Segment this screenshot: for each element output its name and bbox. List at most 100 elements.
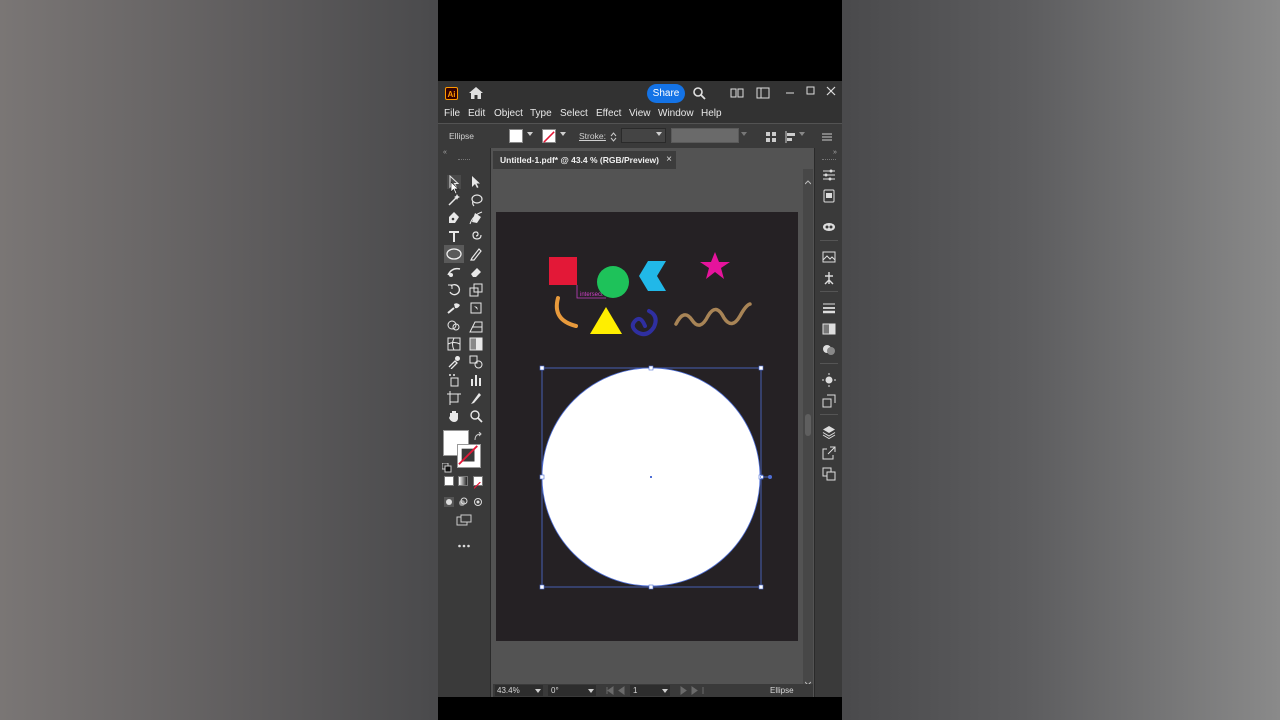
menu-window[interactable]: Window: [658, 108, 694, 119]
arrange-documents-icon[interactable]: [730, 86, 744, 100]
minimize-icon[interactable]: [783, 86, 797, 100]
scroll-thumb[interactable]: [805, 414, 811, 436]
screen-mode-icon[interactable]: [456, 513, 472, 526]
dock-grip[interactable]: [822, 159, 836, 162]
stroke-none-swatch[interactable]: [542, 129, 556, 143]
align-icon[interactable]: [765, 130, 777, 142]
appearance-panel-icon[interactable]: [822, 373, 836, 387]
maximize-icon[interactable]: [804, 84, 818, 98]
curvature-tool-icon[interactable]: [469, 211, 483, 225]
rotation-field[interactable]: 0°: [548, 685, 596, 696]
stroke-weight-dropdown-icon[interactable]: [656, 132, 662, 136]
scroll-up-icon[interactable]: [804, 173, 812, 185]
menu-select[interactable]: Select: [560, 108, 588, 119]
expand-panels-icon[interactable]: »: [833, 149, 841, 156]
pie-widget-handle[interactable]: [768, 475, 772, 479]
menu-type[interactable]: Type: [530, 108, 552, 119]
handle-bottom-right[interactable]: [758, 584, 764, 590]
close-window-icon[interactable]: [824, 84, 838, 98]
menu-view[interactable]: View: [629, 108, 651, 119]
artboard-nav-next[interactable]: [678, 686, 706, 695]
artboard-number-field[interactable]: 1: [630, 685, 670, 696]
blue-hexagon[interactable]: [639, 261, 666, 291]
panel-grip[interactable]: [458, 159, 470, 162]
hand-tool-icon[interactable]: [447, 409, 461, 423]
handle-bottom[interactable]: [648, 584, 654, 590]
handle-left[interactable]: [539, 474, 545, 480]
properties-icon[interactable]: [822, 168, 836, 182]
draw-normal-icon[interactable]: [444, 494, 454, 507]
align-dropdown-icon[interactable]: [799, 132, 805, 136]
handle-top-right[interactable]: [758, 365, 764, 371]
eraser-tool-icon[interactable]: [469, 265, 483, 279]
handle-top[interactable]: [648, 365, 654, 371]
stroke-weight-stepper[interactable]: [610, 130, 617, 142]
green-circle[interactable]: [597, 266, 629, 298]
type-tool-icon[interactable]: [447, 229, 461, 243]
artboard-tool-icon[interactable]: [447, 391, 461, 405]
magic-wand-tool-icon[interactable]: [447, 193, 461, 207]
canvas-area[interactable]: intersect: [450, 169, 803, 685]
artboards-panel-icon[interactable]: [822, 467, 836, 481]
puppet-warp-icon[interactable]: [822, 271, 836, 285]
vertical-scrollbar[interactable]: [803, 169, 813, 686]
graphic-styles-icon[interactable]: [822, 394, 836, 408]
blue-spiral[interactable]: [630, 309, 658, 337]
live-corner-widget[interactable]: [760, 475, 764, 479]
profile-dropdown-icon[interactable]: [741, 132, 747, 136]
rotate-tool-icon[interactable]: [447, 283, 461, 297]
transparency-panel-icon[interactable]: [822, 343, 836, 357]
shape-builder-tool-icon[interactable]: [447, 319, 461, 333]
magenta-star[interactable]: [700, 252, 730, 279]
ellipse-tool-icon[interactable]: [444, 245, 464, 263]
handle-bottom-left[interactable]: [539, 584, 545, 590]
menu-file[interactable]: File: [444, 108, 460, 119]
edit-toolbar-icon[interactable]: [457, 536, 471, 548]
blend-tool-icon[interactable]: [469, 355, 483, 369]
yellow-triangle[interactable]: [590, 307, 622, 334]
control-menu-icon[interactable]: [821, 130, 833, 142]
layers-panel-icon[interactable]: [822, 425, 836, 439]
menu-effect[interactable]: Effect: [596, 108, 621, 119]
asset-export-icon[interactable]: [822, 446, 836, 460]
fill-dropdown-icon[interactable]: [527, 132, 533, 136]
column-graph-tool-icon[interactable]: [469, 373, 483, 387]
spiral-tool-icon[interactable]: [469, 229, 483, 243]
mesh-tool-icon[interactable]: [447, 337, 461, 351]
pencil-tool-icon[interactable]: [469, 247, 483, 261]
lasso-tool-icon[interactable]: [469, 193, 483, 207]
align-left-icon[interactable]: [785, 130, 797, 143]
menu-object[interactable]: Object: [494, 108, 523, 119]
rotation-dropdown-icon[interactable]: [588, 689, 594, 693]
color-mode-icon[interactable]: [444, 476, 454, 486]
shaper-tool-icon[interactable]: [447, 265, 461, 279]
libraries-icon[interactable]: [822, 189, 836, 203]
stroke-label[interactable]: Stroke:: [579, 131, 606, 141]
stroke-panel-icon[interactable]: [822, 301, 836, 315]
collapse-panel-icon[interactable]: «: [443, 149, 451, 156]
symbol-sprayer-tool-icon[interactable]: [447, 373, 461, 387]
gradient-panel-icon[interactable]: [822, 322, 836, 336]
zoom-tool-icon[interactable]: [469, 409, 483, 423]
document-tab[interactable]: Untitled-1.pdf* @ 43.4 % (RGB/Preview) ×: [493, 151, 676, 169]
zoom-field[interactable]: 43.4%: [495, 685, 543, 696]
workspace-switcher-icon[interactable]: [756, 86, 770, 100]
warp-tool-icon[interactable]: [447, 301, 461, 315]
zoom-dropdown-icon[interactable]: [535, 689, 541, 693]
scale-tool-icon[interactable]: [469, 283, 483, 297]
artboard-dropdown-icon[interactable]: [662, 689, 668, 693]
artwork[interactable]: intersect: [496, 212, 798, 641]
artboard-nav-prev[interactable]: [604, 686, 632, 695]
default-fill-stroke-icon[interactable]: [441, 460, 452, 473]
none-mode-icon[interactable]: [473, 476, 483, 489]
gradient-mode-icon[interactable]: [458, 476, 468, 486]
home-icon[interactable]: [468, 86, 484, 100]
direct-selection-tool-icon[interactable]: [469, 175, 483, 189]
free-transform-tool-icon[interactable]: [469, 301, 483, 315]
handle-top-left[interactable]: [539, 365, 545, 371]
variable-width-profile-field[interactable]: [671, 128, 739, 143]
stroke-color-swatch[interactable]: [457, 444, 481, 468]
stroke-dropdown-icon[interactable]: [560, 132, 566, 136]
perspective-grid-tool-icon[interactable]: [469, 319, 483, 333]
close-tab-icon[interactable]: ×: [666, 151, 672, 169]
